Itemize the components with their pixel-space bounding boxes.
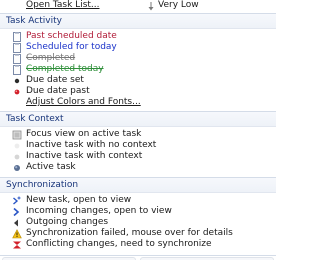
- incoming-changes-icon: [13, 207, 20, 217]
- past-scheduled-label: Past scheduled date: [26, 31, 117, 41]
- task-page-icon: [13, 65, 21, 75]
- task-legend-popup: Open Task List... Very Low Task Activity…: [0, 0, 276, 260]
- task-page-icon: [13, 43, 21, 53]
- legend-row-conflicting-changes: Conflicting changes, need to synchronize: [0, 239, 276, 250]
- active-task-label: Active task: [26, 162, 76, 172]
- inactive-context-icon: [14, 154, 20, 160]
- open-task-list-link[interactable]: Open Task List...: [26, 0, 100, 11]
- inactive-no-context-label: Inactive task with no context: [26, 140, 157, 150]
- legend-row-outgoing-changes: Outgoing changes: [0, 217, 276, 228]
- conflicting-changes-label: Conflicting changes, need to synchronize: [26, 239, 212, 249]
- task-context-header: Task Context: [0, 112, 276, 127]
- new-task-label: New task, open to view: [26, 195, 132, 205]
- legend-row-completed-today: Completed today: [0, 64, 276, 75]
- focus-view-label: Focus view on active task: [26, 129, 142, 139]
- conflict-icon: [13, 241, 21, 249]
- legend-row-scheduled-today: Scheduled for today: [0, 42, 276, 53]
- task-activity-header: Task Activity: [0, 14, 276, 29]
- legend-row-past-scheduled: Past scheduled date: [0, 31, 276, 42]
- due-date-past-label: Due date past: [26, 86, 90, 96]
- due-date-set-label: Due date set: [26, 75, 84, 85]
- legend-row-adjust-link: Adjust Colors and Fonts...: [0, 97, 276, 108]
- task-page-icon: [13, 54, 21, 64]
- sync-failed-label: Synchronization failed, mouse over for d…: [26, 228, 233, 238]
- bottom-tab-strip: [0, 255, 276, 260]
- top-row: Open Task List... Very Low: [0, 0, 276, 13]
- outgoing-changes-label: Outgoing changes: [26, 217, 109, 227]
- legend-row-inactive-no-context: Inactive task with no context: [0, 140, 276, 151]
- active-task-icon: [14, 165, 20, 171]
- legend-row-focus-view: Focus view on active task: [0, 129, 276, 140]
- legend-row-completed: Completed: [0, 53, 276, 64]
- legend-row-due-date-set: Due date set: [0, 75, 276, 86]
- adjust-colors-fonts-link[interactable]: Adjust Colors and Fonts...: [26, 97, 141, 107]
- focus-view-icon: [12, 130, 22, 140]
- scheduled-today-label: Scheduled for today: [26, 42, 117, 52]
- low-priority-arrow-icon: [148, 2, 154, 11]
- due-date-dot-icon: [14, 78, 20, 84]
- task-page-icon: [13, 32, 21, 42]
- new-task-icon: [13, 196, 21, 205]
- legend-row-new-task: New task, open to view: [0, 195, 276, 206]
- sync-failed-icon: [12, 229, 22, 239]
- priority-very-low-label: Very Low: [158, 0, 199, 10]
- completed-label: Completed: [26, 53, 76, 63]
- synchronization-header: Synchronization: [0, 178, 276, 193]
- completed-today-label: Completed today: [26, 64, 104, 74]
- legend-row-due-date-past: Due date past: [0, 86, 276, 97]
- legend-row-incoming-changes: Incoming changes, open to view: [0, 206, 276, 217]
- legend-row-active-task: Active task: [0, 162, 276, 173]
- task-activity-section: Task Activity Past scheduled date Schedu…: [0, 13, 276, 111]
- task-context-section: Task Context Focus view on active task I…: [0, 111, 276, 177]
- legend-row-inactive-context: Inactive task with context: [0, 151, 276, 162]
- outgoing-changes-icon: [14, 219, 18, 227]
- incoming-changes-label: Incoming changes, open to view: [26, 206, 172, 216]
- overdue-dot-icon: [14, 89, 20, 95]
- inactive-context-label: Inactive task with context: [26, 151, 143, 161]
- legend-row-sync-failed: Synchronization failed, mouse over for d…: [0, 228, 276, 239]
- inactive-no-context-icon: [14, 143, 20, 149]
- synchronization-section: Synchronization New task, open to view I…: [0, 177, 276, 250]
